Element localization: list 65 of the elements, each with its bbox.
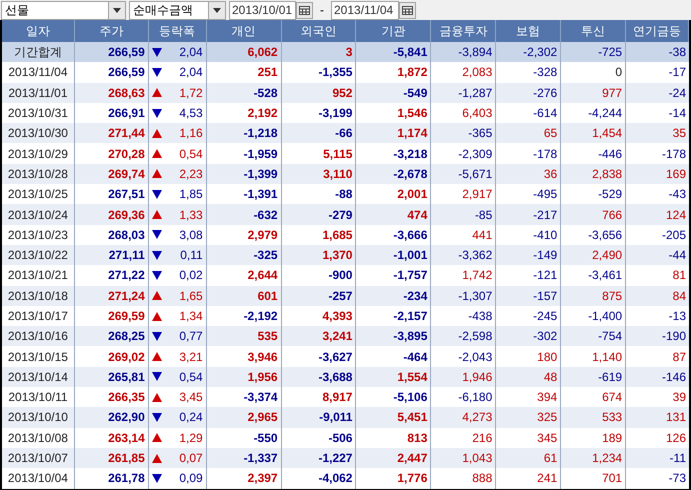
value-cell-text: -11 — [668, 450, 687, 468]
value-cell-text: -14 — [668, 105, 687, 122]
value-cell-text: 81 — [672, 267, 687, 284]
calendar-button[interactable] — [399, 2, 416, 18]
change-value: 1,85 — [179, 186, 203, 204]
change-value: 1,29 — [179, 430, 203, 447]
value-cell-text: -13 — [668, 308, 687, 325]
value-cell: 701 — [561, 468, 626, 489]
change-value: 0,54 — [179, 146, 203, 163]
price-cell: 261,78 — [74, 468, 149, 489]
value-cell-text: 87 — [672, 348, 687, 366]
metric-select[interactable]: 순매수금액 — [129, 0, 226, 20]
value-cell-text: 39 — [672, 389, 687, 406]
date-separator: - — [319, 2, 325, 19]
value-cell-text: -190 — [660, 328, 687, 346]
value-cell-text: -178 — [660, 146, 687, 163]
value-cell: 1,776 — [356, 468, 432, 489]
value-cell-text: 131 — [664, 409, 687, 426]
market-select[interactable]: 선물 — [1, 0, 126, 20]
change-value: 3,08 — [179, 226, 203, 244]
value-cell-text: -44 — [668, 247, 687, 264]
calendar-button[interactable] — [296, 2, 313, 18]
change-value: 0,11 — [180, 247, 203, 264]
change-value: 3,21 — [179, 348, 203, 366]
value-cell: 241 — [496, 468, 562, 489]
value-cell-text: -73 — [668, 470, 687, 488]
change-value: 0,77 — [179, 328, 203, 346]
caret-icon — [113, 8, 121, 12]
change-value: 2,23 — [179, 166, 203, 183]
change-value: 2,04 — [179, 64, 203, 82]
value-cell-text: -146 — [660, 368, 687, 386]
change-value: 1,34 — [179, 308, 203, 325]
value-cell-text: -24 — [668, 84, 687, 102]
end-date-field[interactable]: 2013/11/04 — [331, 0, 399, 20]
change-value: 3,45 — [179, 389, 203, 406]
start-date-field[interactable]: 2013/10/01 — [229, 0, 296, 20]
value-cell: 888 — [431, 468, 496, 489]
market-value: 선물 — [5, 2, 29, 19]
value-cell-text: 124 — [664, 206, 687, 224]
change-value: 0,24 — [179, 409, 203, 426]
change-value: 1,33 — [179, 206, 203, 224]
change-value: 2,04 — [179, 44, 203, 62]
value-cell-text: 35 — [672, 125, 687, 142]
value-cell-text: 126 — [664, 430, 687, 447]
change-value: 0,02 — [179, 267, 203, 284]
value-cell-text: -43 — [668, 186, 687, 204]
caret-icon — [213, 8, 221, 12]
value-cell: -4,062 — [282, 468, 356, 489]
value-cell-text: 169 — [664, 166, 687, 183]
change-value: 0,54 — [179, 368, 203, 386]
change-value: 0,07 — [179, 450, 203, 468]
value-cell-text: -38 — [668, 44, 687, 62]
change-value: 1,65 — [179, 288, 203, 305]
value-cell: 2,397 — [206, 468, 282, 489]
value-cell-text: 84 — [672, 288, 687, 305]
metric-value: 순매수금액 — [133, 2, 193, 19]
change-value: 0,09 — [179, 470, 203, 488]
calendar-icon — [299, 6, 310, 14]
change-value: 1,16 — [179, 125, 203, 142]
date-cell: 2013/10/04 — [2, 468, 75, 489]
change-value: 4,53 — [179, 105, 203, 122]
value-cell-text: -205 — [660, 226, 687, 244]
calendar-icon — [402, 6, 413, 14]
change-value: 1,72 — [179, 84, 203, 102]
value-cell-text: -17 — [668, 64, 687, 82]
